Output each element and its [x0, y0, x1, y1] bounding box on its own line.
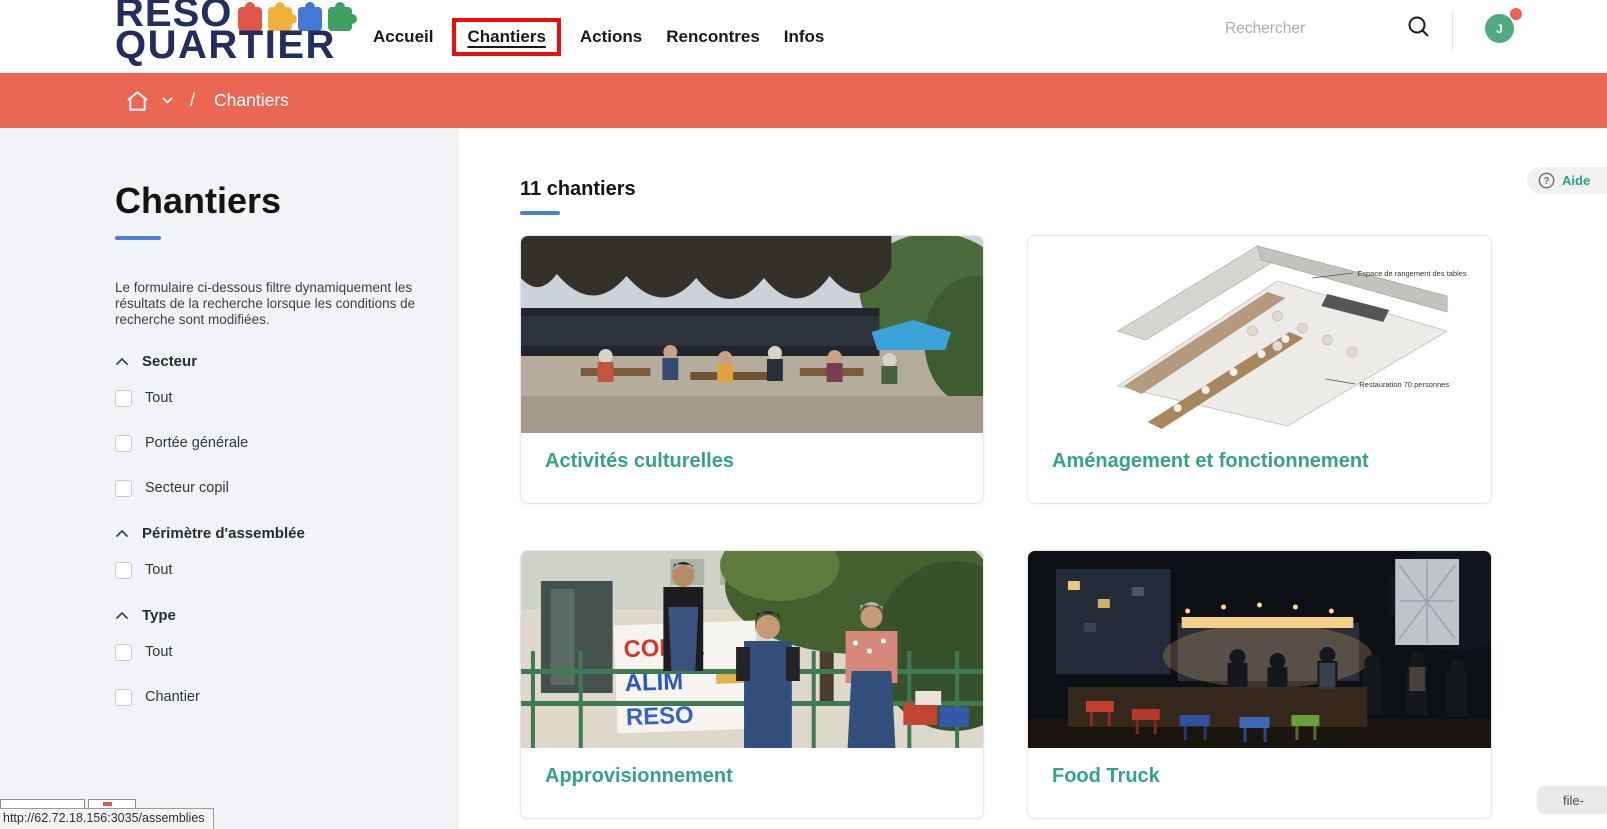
checkbox-label: Chantier	[145, 689, 200, 705]
search-input[interactable]: Rechercher	[1225, 20, 1305, 38]
logo-text-quartier: QUARTIER	[115, 27, 358, 64]
red-tick	[103, 802, 112, 806]
filter-section-toggle[interactable]: Type	[115, 607, 459, 624]
filter-section-toggle[interactable]: Secteur	[115, 353, 459, 370]
chevron-up-icon	[115, 357, 129, 366]
search-icon[interactable]	[1406, 14, 1432, 45]
title-underline	[115, 236, 161, 240]
breadcrumb-chevron-down-icon[interactable]	[162, 97, 173, 104]
nav-item-accueil[interactable]: Accueil	[373, 27, 433, 47]
checkbox-label: Tout	[145, 644, 172, 660]
link-status-bar: http://62.72.18.156:3035/assemblies	[0, 808, 214, 829]
checkbox[interactable]	[115, 689, 132, 706]
filter-option[interactable]: Portée générale	[115, 435, 459, 452]
nav-item-actions[interactable]: Actions	[580, 27, 642, 47]
filter-title: Secteur	[142, 353, 197, 370]
notification-dot	[1510, 8, 1522, 20]
filter-option[interactable]: Tout	[115, 562, 459, 579]
card-image-approvisionnement[interactable]: COLLE ALIM RESO	[521, 551, 983, 748]
card-image-amenagement[interactable]: Espace de rangement des tables Restaurat…	[1028, 236, 1491, 433]
nav-item-infos[interactable]: Infos	[784, 27, 825, 47]
checkbox[interactable]	[115, 390, 132, 407]
card-approvisionnement[interactable]: COLLE ALIM RESO	[520, 550, 984, 819]
card-food-truck[interactable]: Food Truck	[1027, 550, 1492, 819]
filter-option[interactable]: Tout	[115, 390, 459, 407]
annotation-highlight-box: Chantiers	[452, 18, 560, 56]
filters-sidebar: Chantiers Le formulaire ci-dessous filtr…	[0, 128, 459, 829]
checkbox-label: Tout	[145, 390, 172, 406]
site-logo[interactable]: RESO QUARTIER	[115, 0, 358, 64]
checkbox-label: Portée générale	[145, 435, 248, 451]
page-title: Chantiers	[115, 180, 459, 222]
checkbox-label: Secteur copil	[145, 480, 229, 496]
card-title[interactable]: Activités culturelles	[545, 450, 734, 472]
card-title[interactable]: Aménagement et fonctionnement	[1052, 450, 1369, 472]
filter-section-secteur: Secteur Tout Portée générale Secteur cop…	[115, 353, 459, 497]
checkbox[interactable]	[115, 562, 132, 579]
card-image-activites-culturelles[interactable]	[521, 236, 983, 433]
results-count-heading: 11 chantiers	[520, 178, 1607, 201]
checkbox[interactable]	[115, 435, 132, 452]
results-area: 11 chantiers ? Aide	[459, 128, 1607, 829]
breadcrumb-home-icon[interactable]	[126, 90, 149, 112]
breadcrumb-current: Chantiers	[214, 90, 289, 111]
page-content: Chantiers Le formulaire ci-dessous filtr…	[0, 128, 1607, 829]
file-tooltip[interactable]: file-	[1538, 787, 1607, 813]
chevron-up-icon	[115, 611, 129, 620]
filter-section-perimetre: Périmètre d'assemblée Tout	[115, 525, 459, 579]
help-badge[interactable]: ? Aide	[1527, 167, 1607, 194]
filter-title: Périmètre d'assemblée	[142, 525, 305, 542]
filter-option[interactable]: Chantier	[115, 689, 459, 706]
card-title[interactable]: Approvisionnement	[545, 765, 733, 787]
filter-option[interactable]: Secteur copil	[115, 480, 459, 497]
top-navbar: RESO QUARTIER Accueil Chantiers Actions …	[0, 0, 1607, 73]
filters-description: Le formulaire ci-dessous filtre dynamiqu…	[115, 280, 447, 329]
breadcrumb: / Chantiers	[0, 73, 1607, 128]
question-mark-icon: ?	[1538, 172, 1555, 189]
user-avatar[interactable]: J	[1485, 14, 1514, 43]
filter-section-toggle[interactable]: Périmètre d'assemblée	[115, 525, 459, 542]
main-navigation: Accueil Chantiers Actions Rencontres Inf…	[373, 0, 824, 73]
filter-option[interactable]: Tout	[115, 644, 459, 661]
chevron-up-icon	[115, 529, 129, 538]
drawing-annotation-1: Espace de rangement des tables	[1357, 269, 1467, 278]
results-underline	[520, 211, 560, 215]
nav-item-rencontres[interactable]: Rencontres	[666, 27, 760, 47]
card-activites-culturelles[interactable]: Activités culturelles	[520, 235, 984, 504]
checkbox-label: Tout	[145, 562, 172, 578]
drawing-annotation-2: Restauration 70 personnes	[1359, 380, 1449, 389]
svg-text:?: ?	[1543, 176, 1549, 187]
card-title[interactable]: Food Truck	[1052, 765, 1160, 787]
header-divider	[1452, 12, 1453, 50]
filter-title: Type	[142, 607, 176, 624]
filter-section-type: Type Tout Chantier	[115, 607, 459, 706]
nav-item-chantiers[interactable]: Chantiers	[467, 27, 545, 46]
cards-grid: Activités culturelles	[520, 235, 1607, 819]
card-image-food-truck[interactable]	[1028, 551, 1491, 748]
checkbox[interactable]	[115, 644, 132, 661]
banner-text-line3: RESO	[625, 702, 694, 731]
card-amenagement[interactable]: Espace de rangement des tables Restaurat…	[1027, 235, 1492, 504]
help-label: Aide	[1562, 173, 1590, 188]
breadcrumb-separator: /	[190, 90, 195, 111]
checkbox[interactable]	[115, 480, 132, 497]
